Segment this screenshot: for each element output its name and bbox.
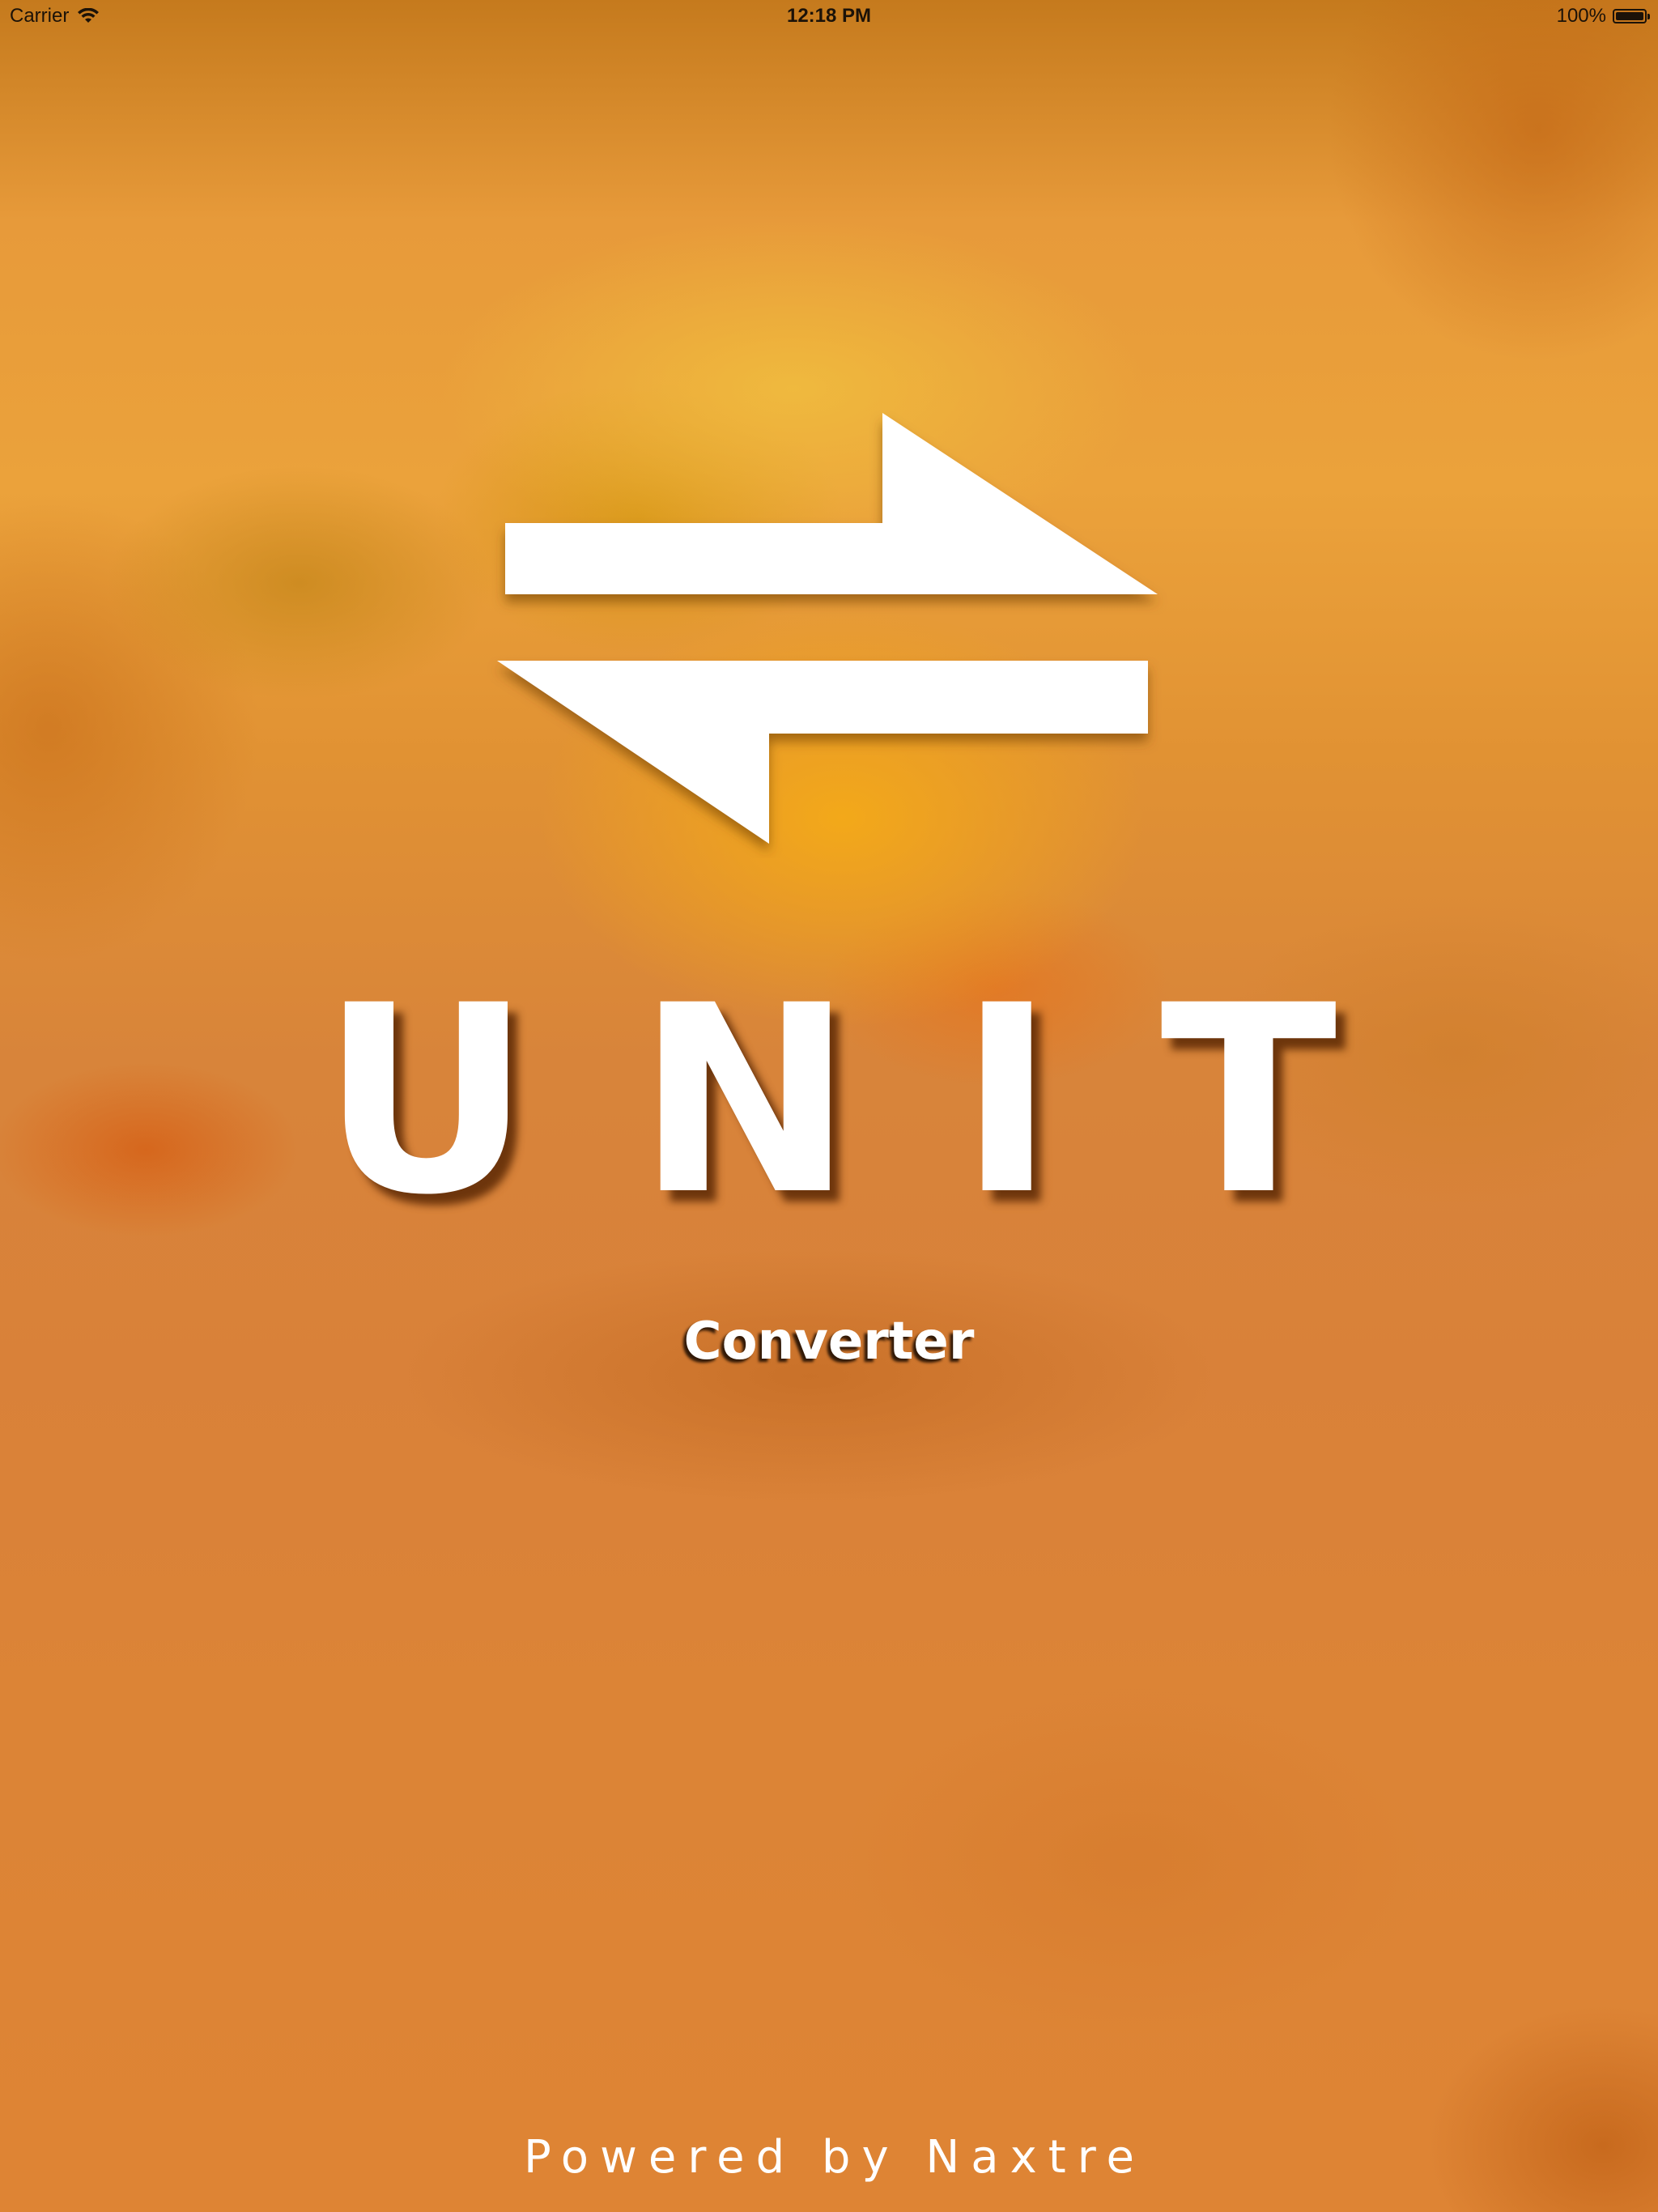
app-title: UNIT bbox=[321, 951, 1443, 1252]
powered-by-footer: Powered by Naxtre bbox=[524, 2131, 1146, 2184]
battery-fill bbox=[1616, 12, 1643, 20]
arrow-right-shape bbox=[505, 413, 1158, 594]
status-time: 12:18 PM bbox=[786, 5, 872, 27]
status-bar: Carrier 12:18 PM 100% bbox=[0, 0, 1658, 32]
arrow-left-shape bbox=[497, 661, 1148, 844]
swap-arrows-icon bbox=[497, 413, 1158, 844]
battery-icon bbox=[1613, 9, 1650, 23]
status-right: 100% bbox=[1556, 5, 1650, 28]
battery-percent: 100% bbox=[1556, 5, 1606, 27]
app-subtitle: Converter bbox=[683, 1312, 975, 1372]
